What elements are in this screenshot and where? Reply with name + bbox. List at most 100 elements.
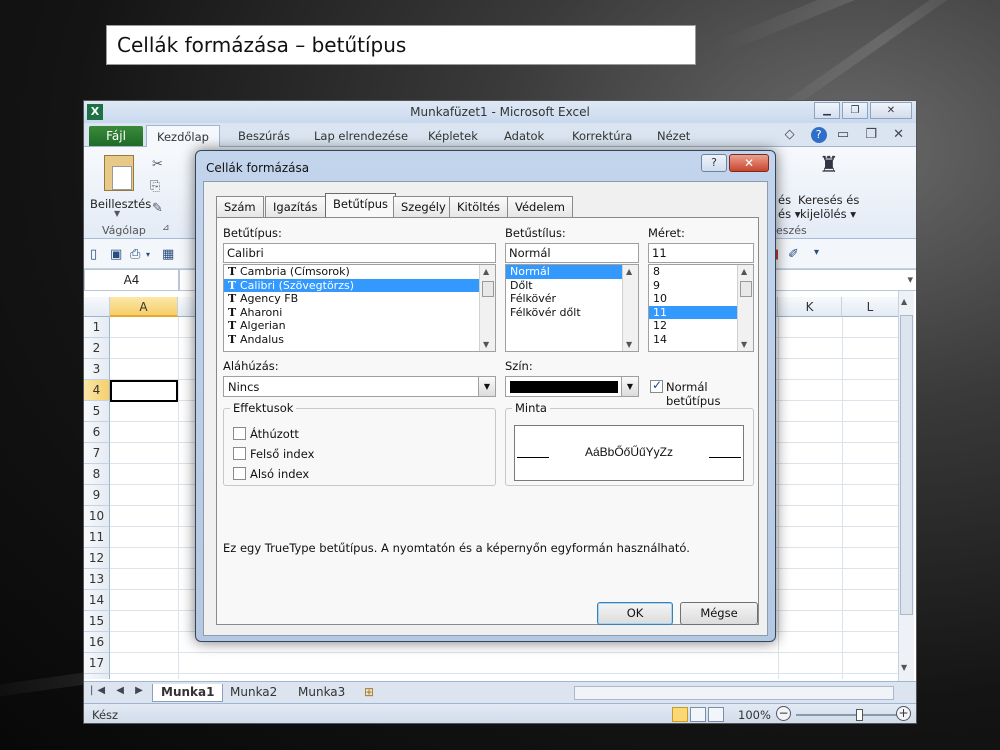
collapse-ribbon-icon[interactable]: ◇ — [785, 127, 801, 142]
scroll-down-icon[interactable]: ▼ — [901, 663, 907, 672]
style-list-item[interactable]: Félkövér — [506, 292, 638, 306]
clipboard-launcher-icon[interactable]: ⊿ — [162, 223, 170, 233]
color-picker[interactable]: ▼ — [505, 376, 639, 397]
scroll-thumb[interactable] — [740, 281, 752, 297]
tab-font[interactable]: Betűtípus — [325, 193, 397, 218]
font-size-input[interactable]: 11 — [648, 243, 754, 263]
scroll-up-icon[interactable]: ▲ — [741, 267, 747, 276]
style-list-scrollbar[interactable]: ▲ ▼ — [622, 265, 638, 351]
sheet-tab-munka3[interactable]: Munka3 — [290, 684, 353, 702]
vertical-scrollbar[interactable]: ▲ ▼ — [898, 291, 914, 681]
font-list[interactable]: T Cambria (Címsorok) T Calibri (Szövegtörzs… — [223, 264, 496, 352]
name-box[interactable]: A4 — [84, 269, 179, 291]
print-preview-icon[interactable]: ⎙ — [130, 247, 140, 262]
tab-border[interactable]: Szegély — [393, 196, 454, 217]
paste-dropdown-icon[interactable]: ▼ — [114, 209, 120, 218]
save-icon[interactable]: ▣ — [110, 247, 122, 262]
paste-icon[interactable] — [104, 155, 134, 191]
chevron-down-icon[interactable]: ▼ — [621, 377, 638, 396]
tab-home[interactable]: Kezdőlap — [146, 125, 220, 148]
find-binoculars-icon[interactable]: ♜ — [814, 153, 844, 181]
font-input[interactable]: Calibri — [223, 243, 496, 263]
row-header[interactable]: 2 — [84, 338, 110, 359]
scroll-up-icon[interactable]: ▲ — [483, 267, 489, 276]
font-size-list[interactable]: 8 9 10 11 12 14 ▲ ▼ — [648, 264, 754, 352]
scroll-up-icon[interactable]: ▲ — [626, 267, 632, 276]
font-list-item[interactable]: T Andalus — [224, 333, 495, 347]
row-header[interactable]: 14 — [84, 590, 110, 611]
tab-alignment[interactable]: Igazítás — [265, 196, 326, 217]
sheet-tab-munka2[interactable]: Munka2 — [222, 684, 285, 702]
format-icon[interactable]: ▦ — [162, 247, 174, 262]
minimize-workbook-icon[interactable]: ▭ — [837, 127, 855, 142]
cancel-button[interactable]: Mégse — [680, 602, 758, 625]
select-all-corner[interactable] — [84, 297, 110, 317]
style-list-item[interactable]: Dőlt — [506, 279, 638, 293]
row-header[interactable]: 7 — [84, 443, 110, 464]
underline-select[interactable]: Nincs ▼ — [223, 376, 496, 397]
restore-workbook-icon[interactable]: ❐ — [865, 127, 883, 142]
strikethrough-checkbox[interactable] — [233, 427, 246, 440]
new-file-icon[interactable]: ▯ — [90, 247, 97, 262]
subscript-checkbox[interactable] — [233, 467, 246, 480]
normal-view-icon[interactable] — [672, 707, 688, 722]
zoom-slider[interactable] — [796, 709, 906, 721]
tab-data[interactable]: Adatok — [504, 129, 544, 143]
row-header[interactable]: 3 — [84, 359, 110, 380]
copy-icon[interactable]: ⎘ — [150, 179, 160, 194]
restore-icon[interactable]: ❐ — [842, 102, 868, 119]
tab-formulas[interactable]: Képletek — [428, 129, 478, 143]
close-workbook-icon[interactable]: ✕ — [893, 127, 910, 142]
scroll-down-icon[interactable]: ▼ — [626, 340, 632, 349]
superscript-checkbox[interactable] — [233, 447, 246, 460]
tab-fill[interactable]: Kitöltés — [449, 196, 509, 217]
scroll-thumb[interactable] — [482, 281, 494, 297]
font-list-scrollbar[interactable]: ▲ ▼ — [479, 265, 495, 351]
column-header-a[interactable]: A — [110, 297, 178, 317]
zoom-level[interactable]: 100% — [738, 708, 771, 722]
zoom-slider-thumb[interactable] — [856, 709, 863, 721]
row-header[interactable]: 10 — [84, 506, 110, 527]
font-list-item[interactable]: T Cambria (Címsorok) — [224, 265, 495, 279]
font-style-input[interactable]: Normál — [505, 243, 639, 263]
row-header[interactable]: 18 — [84, 674, 110, 679]
tab-file[interactable]: Fájl — [89, 126, 143, 146]
row-header[interactable]: 11 — [84, 527, 110, 548]
tab-view[interactable]: Nézet — [657, 129, 690, 143]
row-header[interactable]: 6 — [84, 422, 110, 443]
normal-font-checkbox[interactable] — [650, 378, 663, 393]
active-cell-a4[interactable] — [110, 380, 178, 402]
tab-insert[interactable]: Beszúrás — [238, 129, 290, 143]
row-header[interactable]: 13 — [84, 569, 110, 590]
minimize-icon[interactable]: ▁ — [814, 102, 840, 119]
row-header[interactable]: 17 — [84, 653, 110, 674]
tab-number[interactable]: Szám — [216, 196, 264, 217]
close-icon[interactable]: ✕ — [870, 102, 912, 119]
customize-toolbar-icon[interactable]: ▾ — [814, 247, 819, 258]
dialog-close-icon[interactable]: ✕ — [729, 154, 769, 172]
tab-review[interactable]: Korrektúra — [572, 129, 632, 143]
eraser-icon[interactable]: ✐ — [788, 247, 799, 262]
font-list-item[interactable]: T Calibri (Szövegtörzs) — [224, 278, 495, 292]
row-header[interactable]: 15 — [84, 611, 110, 632]
paste-button[interactable]: Beillesztés — [90, 197, 151, 211]
font-style-list[interactable]: Normál Dőlt Félkövér Félkövér dőlt ▲ ▼ — [505, 264, 639, 352]
ok-button[interactable]: OK — [597, 602, 673, 625]
tab-protection[interactable]: Védelem — [507, 196, 573, 217]
scroll-thumb[interactable] — [900, 315, 913, 615]
page-break-view-icon[interactable] — [708, 707, 724, 722]
row-header[interactable]: 16 — [84, 632, 110, 653]
find-select-button[interactable]: Keresés és — [798, 193, 859, 207]
font-list-item[interactable]: T Algerian — [224, 319, 495, 333]
expand-formula-bar-icon[interactable]: ▾ — [907, 273, 913, 286]
row-header[interactable]: 5 — [84, 401, 110, 422]
insert-sheet-icon[interactable]: ⊞ — [364, 685, 374, 699]
column-header-l[interactable]: L — [842, 297, 899, 317]
row-header[interactable]: 1 — [84, 317, 110, 338]
scroll-down-icon[interactable]: ▼ — [741, 340, 747, 349]
style-list-item[interactable]: Félkövér dőlt — [506, 306, 638, 320]
column-header-k[interactable]: K — [778, 297, 842, 317]
scroll-down-icon[interactable]: ▼ — [483, 340, 489, 349]
size-list-scrollbar[interactable]: ▲ ▼ — [737, 265, 753, 351]
row-header[interactable]: 9 — [84, 485, 110, 506]
